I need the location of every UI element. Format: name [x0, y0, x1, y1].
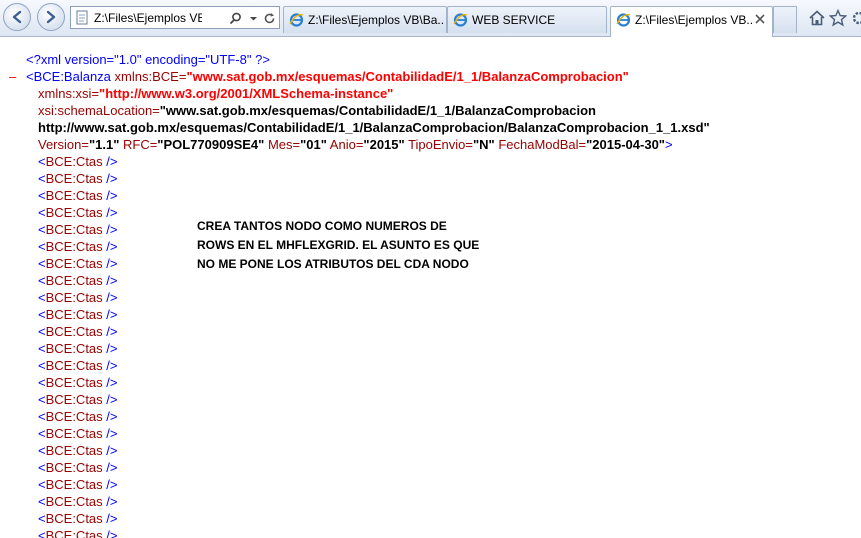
forward-button[interactable]	[37, 3, 65, 31]
ctas-element: <BCE:Ctas />	[38, 171, 118, 186]
ctas-element: <BCE:Ctas />	[38, 477, 118, 492]
refresh-icon	[264, 12, 274, 23]
ctas-element: <BCE:Ctas />	[38, 188, 118, 203]
ctas-element: <BCE:Ctas />	[38, 392, 118, 407]
tab-label: WEB SERVICE	[472, 13, 556, 27]
ctas-element: <BCE:Ctas />	[38, 375, 118, 390]
home-icon[interactable]	[808, 9, 826, 27]
schema-location-line: xsi:schemaLocation="www.sat.gob.mx/esque…	[38, 103, 596, 118]
ie-icon	[289, 13, 304, 27]
address-bar[interactable]: Z:\Files\Ejemplos VB\Bal	[70, 6, 280, 29]
ctas-element: <BCE:Ctas />	[38, 443, 118, 458]
favorites-star-icon[interactable]	[829, 9, 847, 27]
ctas-element: <BCE:Ctas />	[38, 273, 118, 288]
ctas-element: <BCE:Ctas />	[38, 290, 118, 305]
ctas-element: <BCE:Ctas />	[38, 494, 118, 509]
address-dropdown-button[interactable]	[246, 11, 260, 25]
xml-declaration: <?xml version="1.0" encoding="UTF-8" ?>	[26, 52, 270, 67]
new-tab-button[interactable]	[773, 6, 797, 33]
search-button[interactable]	[228, 11, 242, 25]
ctas-element: <BCE:Ctas />	[38, 426, 118, 441]
ctas-element: <BCE:Ctas />	[38, 460, 118, 475]
address-url[interactable]: Z:\Files\Ejemplos VB\Bal	[94, 11, 202, 25]
annotation-line: CREA TANTOS NODO COMO NUMEROS DE	[197, 219, 447, 233]
ctas-element: <BCE:Ctas />	[38, 256, 118, 271]
schema-location-line-2: http://www.sat.gob.mx/esquemas/Contabili…	[38, 120, 710, 135]
back-arrow-icon	[12, 10, 22, 24]
document-icon	[76, 10, 88, 25]
browser-toolbar: Z:\Files\Ejemplos VB\Bal Z:\Files\Ejempl…	[0, 0, 861, 37]
ctas-element: <BCE:Ctas />	[38, 154, 118, 169]
forward-arrow-icon	[46, 10, 56, 24]
tab-label: Z:\Files\Ejemplos VB\Ba...	[308, 13, 444, 27]
root-element-line: <BCE:Balanza xmlns:BCE="www.sat.gob.mx/e…	[26, 69, 629, 84]
chevron-down-icon	[249, 16, 257, 20]
ctas-element: <BCE:Ctas />	[38, 324, 118, 339]
ctas-element: <BCE:Ctas />	[38, 358, 118, 373]
search-icon	[229, 12, 241, 24]
gear-icon[interactable]	[850, 9, 861, 27]
collapse-toggle[interactable]: –	[9, 68, 16, 85]
annotation-line: NO ME PONE LOS ATRIBUTOS DEL CDA NODO	[197, 257, 469, 271]
ctas-element: <BCE:Ctas />	[38, 511, 118, 526]
ctas-element: <BCE:Ctas />	[38, 409, 118, 424]
ctas-element: <BCE:Ctas />	[38, 222, 118, 237]
close-icon[interactable]	[754, 13, 766, 25]
ctas-element: <BCE:Ctas />	[38, 528, 118, 538]
ie-icon	[453, 13, 468, 27]
xml-viewer: <?xml version="1.0" encoding="UTF-8" ?> …	[0, 37, 861, 538]
annotation-note: CREA TANTOS NODO COMO NUMEROS DE ROWS EN…	[197, 217, 479, 274]
xmlns-xsi-line: xmlns:xsi="http://www.w3.org/2001/XMLSch…	[38, 86, 394, 101]
annotation-line: ROWS EN EL MHFLEXGRID. EL ASUNTO ES QUE	[197, 238, 480, 252]
back-button[interactable]	[3, 3, 31, 31]
tab-balanza-1[interactable]: Z:\Files\Ejemplos VB\Ba...	[283, 6, 447, 33]
ie-icon	[616, 13, 631, 27]
refresh-button[interactable]	[262, 11, 276, 25]
ctas-element: <BCE:Ctas />	[38, 205, 118, 220]
tab-web-service[interactable]: WEB SERVICE	[447, 6, 607, 33]
ctas-element: <BCE:Ctas />	[38, 307, 118, 322]
tab-label: Z:\Files\Ejemplos VB...	[635, 13, 753, 27]
tab-balanza-active[interactable]: Z:\Files\Ejemplos VB...	[610, 6, 773, 37]
attributes-line: Version="1.1" RFC="POL770909SE4" Mes="01…	[38, 137, 673, 152]
ctas-element: <BCE:Ctas />	[38, 239, 118, 254]
ctas-element: <BCE:Ctas />	[38, 341, 118, 356]
